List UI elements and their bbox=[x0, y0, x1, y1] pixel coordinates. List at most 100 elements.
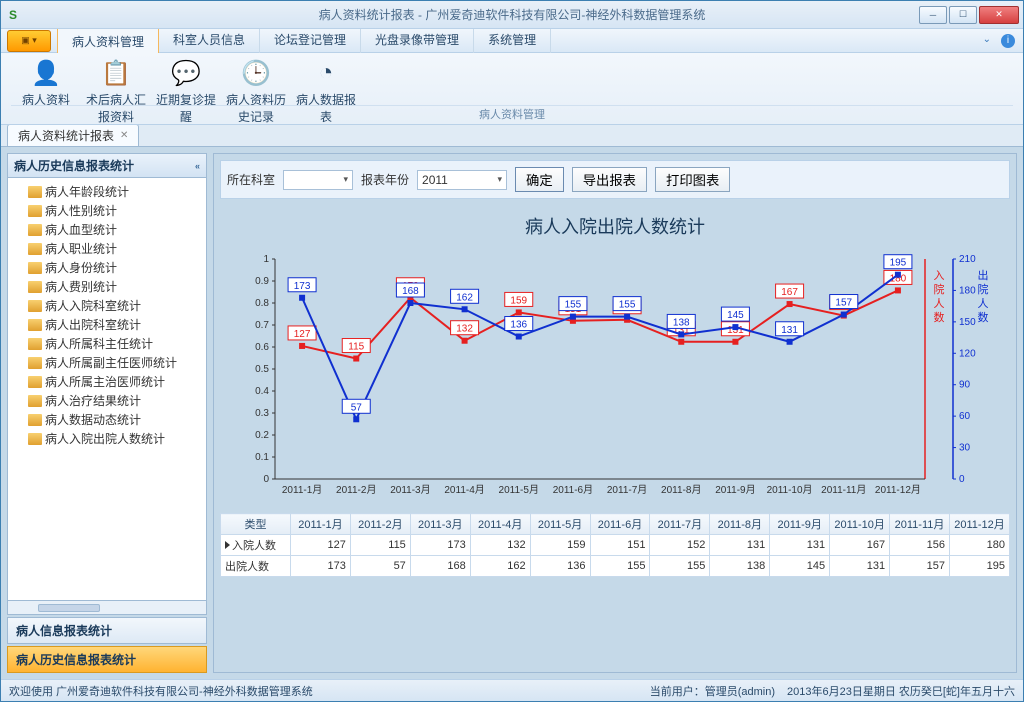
svg-text:0.2: 0.2 bbox=[255, 430, 269, 441]
status-date: 2013年6月23日星期日 农历癸巳[蛇]年五月十六 bbox=[787, 683, 1015, 699]
app-menu-button[interactable]: ▣ ▾ bbox=[7, 30, 51, 52]
svg-text:0: 0 bbox=[959, 474, 965, 485]
sidebar: 病人历史信息报表统计 « 病人年龄段统计病人性别统计病人血型统计病人职业统计病人… bbox=[7, 153, 207, 673]
menu-tab-2[interactable]: 论坛登记管理 bbox=[260, 27, 361, 54]
print-button[interactable]: 打印图表 bbox=[655, 167, 730, 192]
menu-tab-0[interactable]: 病人资料管理 bbox=[57, 27, 159, 54]
close-tab-icon[interactable]: ✕ bbox=[120, 130, 128, 141]
sidebar-hscroll[interactable] bbox=[7, 601, 207, 615]
svg-text:57: 57 bbox=[351, 402, 363, 413]
svg-text:0.3: 0.3 bbox=[255, 408, 269, 419]
svg-text:136: 136 bbox=[510, 320, 527, 331]
svg-text:155: 155 bbox=[565, 300, 582, 311]
tree-item-5[interactable]: 病人费别统计 bbox=[10, 277, 204, 296]
close-button[interactable]: ✕ bbox=[979, 6, 1019, 24]
svg-text:人: 人 bbox=[934, 297, 945, 310]
dept-label: 所在科室 bbox=[227, 171, 275, 188]
history-record-icon: 🕒 bbox=[240, 57, 272, 89]
svg-text:数: 数 bbox=[934, 311, 945, 324]
minimize-button[interactable]: ─ bbox=[919, 6, 947, 24]
svg-text:2011-7月: 2011-7月 bbox=[607, 484, 647, 496]
svg-text:180: 180 bbox=[959, 285, 976, 296]
tree-item-6[interactable]: 病人入院科室统计 bbox=[10, 296, 204, 315]
tree-item-3[interactable]: 病人职业统计 bbox=[10, 239, 204, 258]
patient-info-icon: 👤 bbox=[30, 57, 62, 89]
svg-text:0.5: 0.5 bbox=[255, 364, 269, 375]
menu-bar: ▣ ▾ 病人资料管理科室人员信息论坛登记管理光盘录像带管理系统管理 ⌄ i bbox=[1, 29, 1023, 53]
svg-text:173: 173 bbox=[294, 281, 311, 292]
tree-item-1[interactable]: 病人性别统计 bbox=[10, 201, 204, 220]
postop-report-icon: 📋 bbox=[100, 57, 132, 89]
svg-text:168: 168 bbox=[402, 286, 419, 297]
sidebar-tree: 病人年龄段统计病人性别统计病人血型统计病人职业统计病人身份统计病人费别统计病人入… bbox=[7, 178, 207, 601]
tree-item-13[interactable]: 病人入院出院人数统计 bbox=[10, 429, 204, 448]
svg-text:院: 院 bbox=[934, 282, 945, 296]
main-panel: 所在科室 ▾ 报表年份 2011▾ 确定 导出报表 打印图表 病人入院出院人数统… bbox=[213, 153, 1017, 673]
year-label: 报表年份 bbox=[361, 171, 409, 188]
chart-title: 病人入院出院人数统计 bbox=[220, 207, 1010, 249]
status-bar: 欢迎使用 广州爱奇迪软件科技有限公司-神经外科数据管理系统 当前用户：管理员(a… bbox=[1, 679, 1023, 701]
line-chart: 00.10.20.30.40.50.60.70.80.9103060901201… bbox=[220, 249, 1010, 509]
svg-text:155: 155 bbox=[619, 300, 636, 311]
year-combo[interactable]: 2011▾ bbox=[417, 170, 507, 190]
document-tab[interactable]: 病人资料统计报表 ✕ bbox=[7, 124, 139, 146]
help-icon[interactable]: i bbox=[1001, 34, 1015, 48]
tree-item-10[interactable]: 病人所属主治医师统计 bbox=[10, 372, 204, 391]
svg-text:2011-5月: 2011-5月 bbox=[499, 484, 539, 496]
svg-text:数: 数 bbox=[978, 311, 989, 324]
svg-text:0: 0 bbox=[263, 474, 269, 485]
tree-item-7[interactable]: 病人出院科室统计 bbox=[10, 315, 204, 334]
tree-item-2[interactable]: 病人血型统计 bbox=[10, 220, 204, 239]
svg-text:2011-9月: 2011-9月 bbox=[715, 484, 755, 496]
chart-area: 病人入院出院人数统计 00.10.20.30.40.50.60.70.80.91… bbox=[220, 207, 1010, 666]
svg-text:院: 院 bbox=[978, 282, 989, 296]
content-area: 病人历史信息报表统计 « 病人年龄段统计病人性别统计病人血型统计病人职业统计病人… bbox=[1, 147, 1023, 679]
tree-item-9[interactable]: 病人所属副主任医师统计 bbox=[10, 353, 204, 372]
sidebar-header: 病人历史信息报表统计 « bbox=[7, 153, 207, 178]
svg-text:150: 150 bbox=[959, 317, 976, 328]
doc-tab-title: 病人资料统计报表 bbox=[18, 127, 114, 144]
menu-tab-3[interactable]: 光盘录像带管理 bbox=[361, 27, 474, 54]
ok-button[interactable]: 确定 bbox=[515, 167, 564, 192]
svg-text:132: 132 bbox=[456, 324, 473, 335]
dept-combo[interactable]: ▾ bbox=[283, 170, 353, 190]
table-row: 入院人数127115173132159151152131131167156180 bbox=[221, 535, 1010, 556]
svg-text:60: 60 bbox=[959, 411, 971, 422]
chevron-down-icon[interactable]: ⌄ bbox=[983, 34, 991, 48]
svg-text:2011-1月: 2011-1月 bbox=[282, 484, 322, 496]
collapse-icon[interactable]: « bbox=[195, 161, 200, 171]
svg-text:195: 195 bbox=[890, 258, 907, 269]
accordion-patient-info[interactable]: 病人信息报表统计 bbox=[7, 617, 207, 644]
svg-text:30: 30 bbox=[959, 443, 971, 454]
tree-item-0[interactable]: 病人年龄段统计 bbox=[10, 182, 204, 201]
svg-text:2011-3月: 2011-3月 bbox=[390, 484, 430, 496]
svg-text:0.7: 0.7 bbox=[255, 320, 269, 331]
menu-tab-4[interactable]: 系统管理 bbox=[474, 27, 551, 54]
svg-text:127: 127 bbox=[294, 329, 311, 340]
tree-item-4[interactable]: 病人身份统计 bbox=[10, 258, 204, 277]
svg-text:2011-6月: 2011-6月 bbox=[553, 484, 593, 496]
maximize-button[interactable]: ☐ bbox=[949, 6, 977, 24]
window-controls: ─ ☐ ✕ bbox=[919, 6, 1019, 24]
svg-text:人: 人 bbox=[978, 297, 989, 310]
svg-text:0.6: 0.6 bbox=[255, 342, 269, 353]
app-icon: S bbox=[5, 7, 21, 23]
svg-text:157: 157 bbox=[835, 298, 852, 309]
tree-item-11[interactable]: 病人治疗结果统计 bbox=[10, 391, 204, 410]
svg-text:2011-12月: 2011-12月 bbox=[875, 484, 921, 496]
svg-text:2011-4月: 2011-4月 bbox=[444, 484, 484, 496]
svg-text:159: 159 bbox=[510, 295, 527, 306]
svg-text:145: 145 bbox=[727, 310, 744, 321]
ribbon-group-label: 病人资料管理 bbox=[11, 105, 1013, 122]
export-button[interactable]: 导出报表 bbox=[572, 167, 647, 192]
accordion-patient-history[interactable]: 病人历史信息报表统计 bbox=[7, 646, 207, 673]
svg-text:入: 入 bbox=[934, 270, 945, 282]
title-bar: S 病人资料统计报表 - 广州爱奇迪软件科技有限公司-神经外科数据管理系统 ─ … bbox=[1, 1, 1023, 29]
menu-tab-1[interactable]: 科室人员信息 bbox=[159, 27, 260, 54]
svg-text:2011-8月: 2011-8月 bbox=[661, 484, 701, 496]
status-welcome: 欢迎使用 广州爱奇迪软件科技有限公司-神经外科数据管理系统 bbox=[9, 683, 313, 699]
svg-text:0.9: 0.9 bbox=[255, 276, 269, 287]
tree-item-12[interactable]: 病人数据动态统计 bbox=[10, 410, 204, 429]
tree-item-8[interactable]: 病人所属科主任统计 bbox=[10, 334, 204, 353]
svg-text:1: 1 bbox=[263, 254, 269, 265]
